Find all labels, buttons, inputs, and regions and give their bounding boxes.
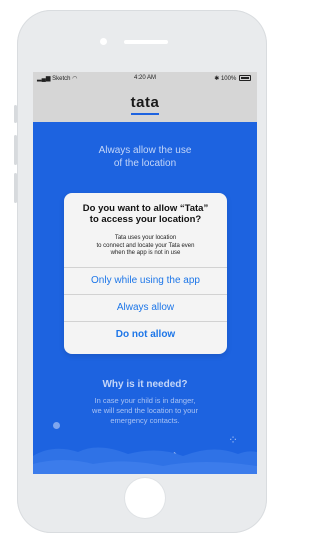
background-title-line1: Always allow the use — [98, 145, 192, 156]
phone-screen: ▂▄▆ Sketch ◠ 4:20 AM ✱ 100% tata Always … — [33, 72, 257, 474]
decorative-hills — [33, 447, 257, 474]
dialog-message: Tata uses your location to connect and l… — [68, 235, 223, 258]
why-needed-line1: In case your child is in danger, — [94, 396, 196, 405]
dialog-message-line3: when the app is not in use — [110, 250, 181, 256]
status-right: ✱ 100% — [214, 75, 251, 82]
why-needed-line3: emergency contacts. — [110, 416, 180, 425]
why-needed-text: In case your child is in danger, we will… — [43, 396, 247, 426]
dialog-title: Do you want to allow “Tata” to access yo… — [68, 203, 223, 225]
decorative-dot — [53, 422, 60, 429]
location-permission-dialog: Do you want to allow “Tata” to access yo… — [64, 193, 227, 354]
why-needed-title: Why is it needed? — [102, 379, 188, 390]
dialog-message-line2: to connect and locate your Tata even — [96, 242, 195, 249]
dialog-title-line1: Do you want to allow “Tata” — [82, 203, 209, 214]
bluetooth-icon: ✱ — [214, 76, 220, 82]
status-bar: ▂▄▆ Sketch ◠ 4:20 AM ✱ 100% — [33, 72, 257, 86]
app-header: tata — [33, 86, 257, 122]
logo-underline — [131, 113, 159, 115]
volume-down-button — [14, 173, 17, 203]
home-button[interactable] — [125, 478, 165, 518]
front-camera — [100, 38, 107, 45]
background-title: Always allow the use of the location — [33, 144, 257, 170]
dialog-title-line2: to access your location? — [89, 214, 202, 225]
mute-switch — [14, 105, 17, 123]
always-allow-button[interactable]: Always allow — [64, 294, 227, 321]
volume-up-button — [14, 135, 17, 165]
dialog-message-line1: Tata uses your location — [114, 235, 177, 241]
do-not-allow-button[interactable]: Do not allow — [64, 321, 227, 348]
battery-percent: 100% — [220, 76, 237, 82]
app-logo: tata — [130, 94, 160, 111]
stage: ▂▄▆ Sketch ◠ 4:20 AM ✱ 100% tata Always … — [0, 0, 267, 533]
earpiece-speaker — [124, 40, 168, 44]
allow-while-using-button[interactable]: Only while using the app — [64, 267, 227, 294]
background-title-line2: of the location — [113, 158, 177, 169]
why-needed-line2: we will send the location to your — [92, 406, 198, 415]
battery-icon — [239, 75, 251, 81]
